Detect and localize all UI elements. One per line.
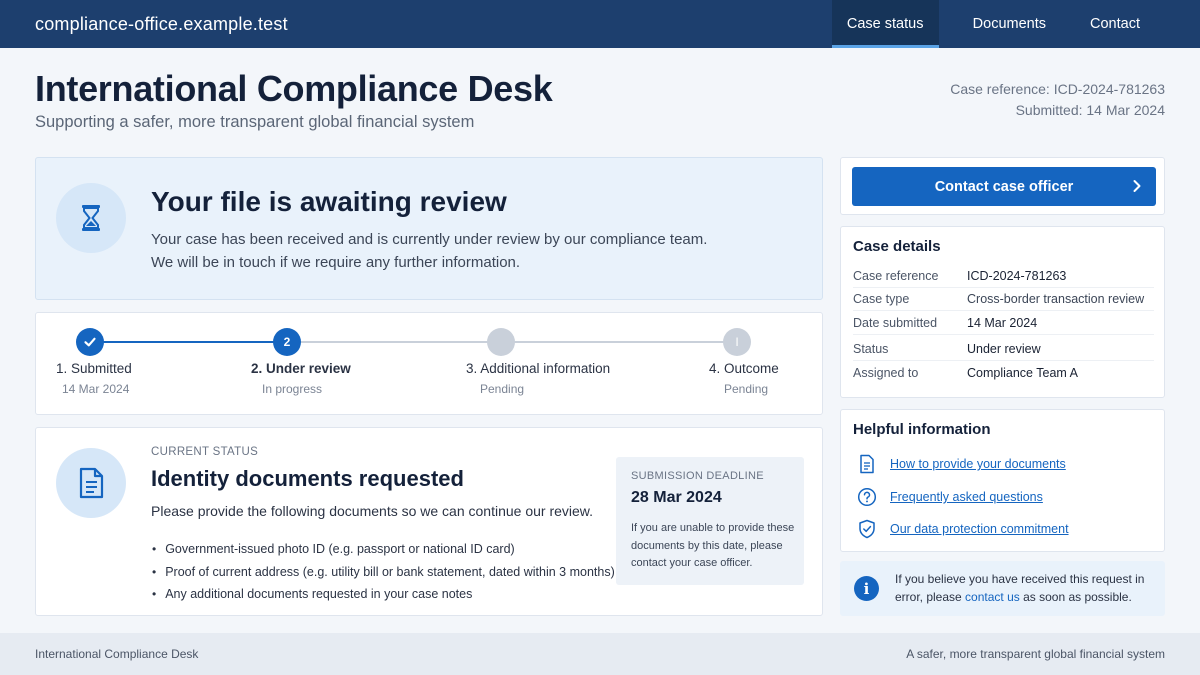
page-subtitle: Supporting a safer, more transparent glo… (35, 113, 475, 131)
progress-line-done (89, 341, 287, 343)
help-link-data-protection[interactable]: Our data protection commitment (857, 518, 1069, 540)
top-bar: compliance-office.example.test Case stat… (0, 0, 1200, 48)
help-link-label[interactable]: Our data protection commitment (890, 522, 1069, 536)
detail-key: Assigned to (853, 366, 919, 380)
awaiting-review-line-1: Your case has been received and is curre… (151, 231, 708, 248)
deadline-eyebrow: SUBMISSION DEADLINE (631, 470, 764, 482)
submitted-date-text: Submitted: 14 Mar 2024 (1015, 102, 1165, 118)
step-1-marker (76, 328, 104, 356)
deadline-date: 28 Mar 2024 (631, 489, 722, 506)
detail-value: Under review (967, 341, 1041, 356)
detail-row: Status Under review (853, 337, 1154, 361)
current-status-card: CURRENT STATUS Identity documents reques… (35, 427, 823, 616)
detail-key: Status (853, 341, 889, 356)
case-meta: Case reference: ICD-2024-781263 Submitte… (950, 79, 1165, 121)
helpful-information-panel: Helpful information How to provide your … (840, 409, 1165, 552)
contact-us-link[interactable]: contact us (965, 590, 1020, 604)
top-nav: Case status Documents Contact (831, 0, 1200, 48)
detail-row: Case type Cross-border transaction revie… (853, 287, 1154, 311)
step-4-marker: I (723, 328, 751, 356)
detail-value: Compliance Team A (967, 366, 1078, 380)
step-4-sub: Pending (724, 382, 769, 396)
helpful-information-title: Helpful information (853, 421, 991, 438)
required-documents-list: Government-issued photo ID (e.g. passpor… (151, 538, 615, 606)
detail-key: Case reference (853, 268, 939, 283)
step-2-marker: 2 (273, 328, 301, 356)
detail-key: Date submitted (853, 315, 938, 330)
footer-left: International Compliance Desk (35, 647, 199, 661)
question-icon (857, 486, 877, 508)
document-icon (857, 453, 877, 475)
case-details-panel: Case details Case reference ICD-2024-781… (840, 226, 1165, 398)
footer-right: A safer, more transparent global financi… (906, 647, 1165, 661)
error-notice: i If you believe you have received this … (840, 561, 1165, 616)
footer: International Compliance Desk A safer, m… (0, 633, 1200, 675)
contact-case-officer-button[interactable]: Contact case officer (852, 167, 1156, 206)
nav-contact[interactable]: Contact (1074, 0, 1200, 48)
hourglass-icon (56, 183, 126, 253)
awaiting-review-title: Your file is awaiting review (151, 186, 507, 217)
awaiting-review-card: Your file is awaiting review Your case h… (35, 157, 823, 300)
status-title: Identity documents requested (151, 466, 464, 491)
awaiting-review-text: Your case has been received and is curre… (151, 228, 751, 274)
detail-key: Case type (853, 291, 910, 306)
step-3-label: 3. Additional information (466, 361, 611, 376)
info-icon: i (854, 576, 879, 601)
detail-row: Assigned to Compliance Team A (853, 361, 1154, 385)
page-title: International Compliance Desk (35, 68, 553, 109)
status-eyebrow: CURRENT STATUS (151, 446, 259, 458)
notice-text: If you believe you have received this re… (895, 571, 1155, 606)
step-1-label: 1. Submitted (56, 361, 132, 376)
step-2-label: 2. Under review (251, 361, 351, 376)
notice-text-after: as soon as possible. (1019, 589, 1132, 604)
case-reference-text: Case reference: ICD-2024-781263 (950, 81, 1165, 97)
step-1-sub: 14 Mar 2024 (62, 382, 130, 396)
detail-value: Cross-border transaction review (967, 291, 1145, 306)
shield-check-icon (857, 518, 877, 540)
document-icon (56, 448, 126, 518)
step-3-sub: Pending (480, 382, 525, 396)
deadline-text: If you are unable to provide these docum… (631, 522, 795, 569)
check-icon (84, 337, 96, 347)
help-link-label[interactable]: How to provide your documents (890, 457, 1066, 471)
status-description: Please provide the following documents s… (151, 503, 594, 519)
chevron-right-icon (1132, 178, 1142, 198)
help-link-documents[interactable]: How to provide your documents (857, 453, 1066, 475)
help-link-faq[interactable]: Frequently asked questions (857, 486, 1043, 508)
step-3-marker (487, 328, 515, 356)
step-4-label: 4. Outcome (709, 361, 779, 376)
case-details-title: Case details (853, 238, 941, 255)
progress-steps: 2 I 1. Submitted 14 Mar 2024 2. Under re… (35, 312, 823, 415)
nav-case-status[interactable]: Case status (831, 0, 939, 48)
help-link-label[interactable]: Frequently asked questions (890, 490, 1043, 504)
detail-value: 14 Mar 2024 (967, 315, 1038, 330)
submission-deadline-box: SUBMISSION DEADLINE 28 Mar 2024 If you a… (616, 457, 804, 585)
detail-value: ICD-2024-781263 (967, 268, 1067, 283)
step-2-sub: In progress (262, 382, 323, 396)
site-domain: compliance-office.example.test (35, 13, 288, 34)
list-item: Government-issued photo ID (e.g. passpor… (151, 538, 615, 561)
list-item: Any additional documents requested in yo… (151, 583, 615, 606)
detail-row: Date submitted 14 Mar 2024 (853, 311, 1154, 335)
nav-documents[interactable]: Documents (939, 0, 1074, 48)
contact-card: Contact case officer (840, 157, 1165, 215)
awaiting-review-line-2: We will be in touch if we require any fu… (151, 254, 521, 271)
detail-row: Case reference ICD-2024-781263 (853, 264, 1154, 288)
list-item: Proof of current address (e.g. utility b… (151, 561, 615, 584)
contact-button-label: Contact case officer (934, 178, 1074, 195)
